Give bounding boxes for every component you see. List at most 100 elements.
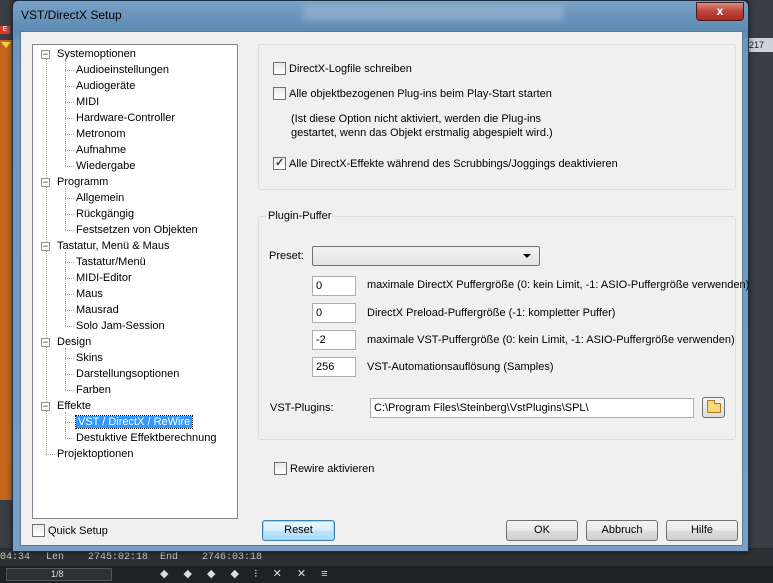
tree-connector (65, 78, 66, 94)
disable-scrub-checkbox[interactable] (273, 156, 286, 170)
tree-item[interactable]: Mausrad (76, 302, 119, 318)
zoom-select[interactable]: 1/8 (6, 568, 112, 581)
directx-preload-input[interactable]: 0 (312, 303, 356, 323)
vst-plugins-path-input[interactable]: C:\Program Files\Steinberg\VstPlugins\SP… (370, 398, 694, 418)
tree-item[interactable]: Maus (76, 286, 103, 302)
title-bar-reflection (303, 5, 563, 21)
tree-connector (65, 286, 66, 302)
help-button[interactable]: Hilfe (666, 520, 738, 541)
tree-connector (65, 262, 74, 263)
tree-item[interactable]: Audioeinstellungen (76, 62, 169, 78)
tree-item-label: Metronom (76, 128, 126, 140)
directx-preload-label: DirectX Preload-Puffergröße (-1: komplet… (367, 307, 616, 319)
tree-item-label: Farben (76, 384, 111, 396)
folder-icon (707, 400, 721, 413)
directx-log-option[interactable]: DirectX-Logfile schreiben (273, 62, 412, 75)
tree-item-label: Projektoptionen (57, 448, 134, 460)
tree-item[interactable]: Tastatur/Menü (76, 254, 146, 270)
collapse-icon[interactable]: − (41, 242, 50, 251)
tree-item[interactable]: Systemoptionen (57, 46, 136, 62)
tree-item-label: Darstellungsoptionen (76, 368, 180, 380)
tree-item[interactable]: MIDI (76, 94, 99, 110)
tree-connector (65, 302, 66, 318)
rewire-option[interactable]: Rewire aktivieren (274, 462, 374, 475)
tree-item[interactable]: VST / DirectX / ReWire (74, 414, 194, 430)
tree-connector (65, 422, 74, 423)
start-plugins-label: Alle objektbezogenen Plug-ins beim Play-… (289, 87, 552, 100)
start-plugins-checkbox[interactable] (273, 87, 286, 100)
tree-connector (65, 326, 74, 327)
tree-connector (65, 348, 66, 366)
tree-connector (65, 118, 74, 119)
tree-item[interactable]: Allgemein (76, 190, 124, 206)
tree-item[interactable]: Darstellungsoptionen (76, 366, 179, 382)
tree-item[interactable]: Destuktive Effektberechnung (76, 430, 216, 446)
tree-connector (65, 230, 74, 231)
tree-item[interactable]: Solo Jam-Session (76, 318, 165, 334)
tree-item-label: Tastatur/Menü (76, 256, 146, 268)
start-plugins-note-line-2: gestartet, wenn das Objekt erstmalig abg… (291, 127, 553, 139)
quick-setup-box[interactable] (32, 524, 45, 537)
tree-connector (65, 86, 74, 87)
tree-connector (65, 206, 66, 222)
vst-automation-input[interactable]: 256 (312, 357, 356, 377)
tree-connector (46, 454, 55, 455)
tree-connector (65, 358, 74, 359)
preset-dropdown[interactable] (312, 246, 540, 266)
tree-connector (65, 198, 74, 199)
tree-item[interactable]: Design (57, 334, 91, 350)
title-bar[interactable]: VST/DirectX Setup x (13, 1, 748, 31)
tree-connector (65, 366, 66, 382)
collapse-icon[interactable]: − (41, 402, 50, 411)
tree-item[interactable]: Wiedergabe (76, 158, 135, 174)
start-plugins-option[interactable]: Alle objektbezogenen Plug-ins beim Play-… (273, 87, 552, 100)
tree-item-label: Audioeinstellungen (76, 64, 169, 76)
tree-item[interactable]: Skins (76, 350, 103, 366)
tree-connector (65, 134, 74, 135)
tree-connector (65, 222, 66, 230)
tree-item[interactable]: Rückgängig (76, 206, 134, 222)
host-ruler: 217 (747, 38, 773, 52)
close-button[interactable]: x (696, 2, 744, 21)
tree-item[interactable]: Farben (76, 382, 111, 398)
ok-button[interactable]: OK (506, 520, 578, 541)
collapse-icon[interactable]: − (41, 178, 50, 187)
category-tree[interactable]: Systemoptionen − Audioeinstellungen Audioge… (32, 44, 238, 519)
tree-item[interactable]: Audiogeräte (76, 78, 135, 94)
tree-connector (65, 102, 74, 103)
tree-item-label: Systemoptionen (57, 48, 136, 60)
collapse-icon[interactable]: − (41, 338, 50, 347)
host-tool-icons[interactable]: ◆ ◆ ◆ ◆ ⁝ ✕ ✕ ≡ (160, 567, 334, 580)
directx-log-checkbox[interactable] (273, 62, 286, 75)
host-status-bar: 04:34 Len 2745:02:18 End 2746:03:18 (0, 550, 773, 566)
collapse-icon[interactable]: − (41, 50, 50, 59)
tree-item[interactable]: Hardware-Controller (76, 110, 175, 126)
disable-scrub-option[interactable]: Alle DirectX-Effekte während des Scrubbi… (273, 156, 618, 170)
tree-item[interactable]: Projektoptionen (57, 446, 133, 462)
rewire-checkbox[interactable] (274, 462, 287, 475)
status-position: 04:34 (0, 552, 31, 563)
host-right-strip: 217 (747, 0, 773, 548)
max-vst-buffer-input[interactable]: -2 (312, 330, 356, 350)
tree-item-label: MIDI-Editor (76, 272, 132, 284)
tree-item[interactable]: Aufnahme (76, 142, 126, 158)
tree-item-label: Audiogeräte (76, 80, 136, 92)
tree-connector (65, 294, 74, 295)
quick-setup-checkbox[interactable]: Quick Setup (32, 524, 108, 537)
tree-item-label: MIDI (76, 96, 100, 108)
max-directx-buffer-input[interactable]: 0 (312, 276, 356, 296)
tree-connector (65, 150, 74, 151)
tree-item[interactable]: Tastatur, Menü & Maus (57, 238, 170, 254)
browse-folder-button[interactable] (702, 397, 725, 418)
max-vst-buffer-label: maximale VST-Puffergröße (0: kein Limit,… (367, 334, 735, 346)
reset-button[interactable]: Reset (262, 520, 335, 541)
rewire-label: Rewire aktivieren (290, 462, 375, 475)
tree-item[interactable]: MIDI-Editor (76, 270, 132, 286)
tree-item[interactable]: Metronom (76, 126, 126, 142)
chevron-down-icon (523, 254, 531, 258)
cancel-button[interactable]: Abbruch (586, 520, 658, 541)
status-len-value: 2745:02:18 (88, 552, 149, 563)
tree-item[interactable]: Effekte (57, 398, 91, 414)
host-bottom-toolbar: 1/8 ◆ ◆ ◆ ◆ ⁝ ✕ ✕ ≡ (0, 566, 773, 583)
tree-item[interactable]: Festsetzen von Objekten (76, 222, 198, 238)
